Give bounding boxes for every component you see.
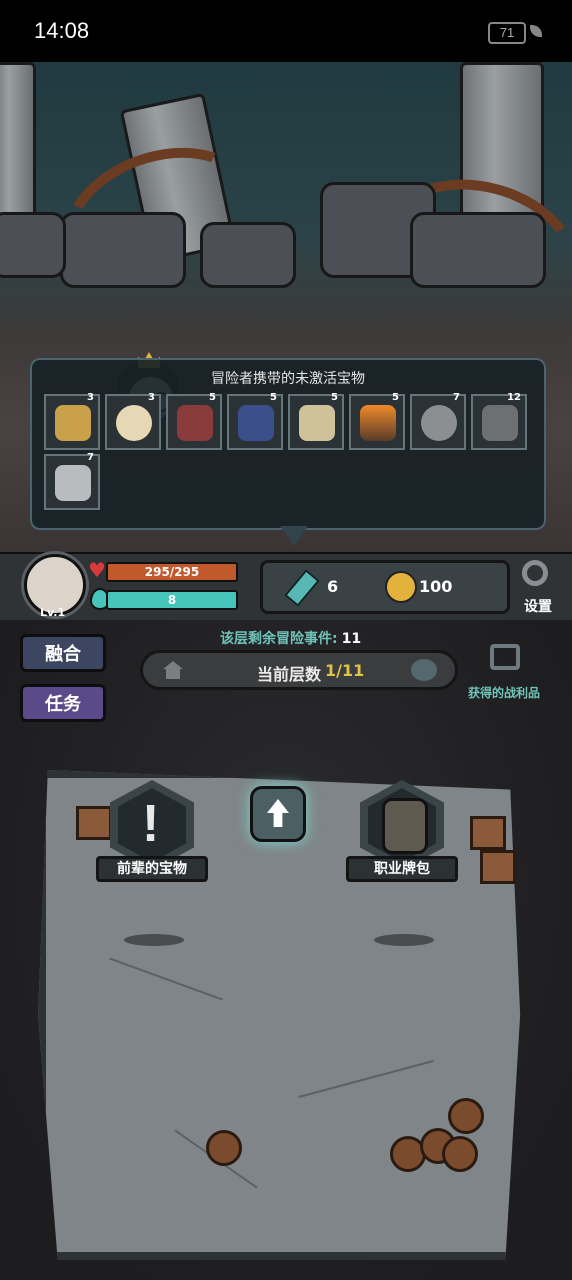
heart-icon: ♥: [88, 558, 106, 582]
resource-box: 6 100: [260, 560, 510, 614]
treasure-count: 5: [331, 392, 338, 403]
scroll-map-icon: [299, 405, 335, 441]
treasure-count: 5: [270, 392, 277, 403]
barrel: [442, 1136, 478, 1172]
red-crystal-icon: [177, 405, 213, 441]
treasure-slot[interactable]: 5: [288, 392, 344, 450]
treasure-slot[interactable]: 5: [349, 392, 405, 450]
treasure-count: 3: [148, 392, 155, 403]
arrow-up-icon: [267, 799, 289, 827]
leaf-icon: [530, 25, 542, 37]
clock: 14:08: [34, 18, 90, 43]
treasure-slot[interactable]: 5: [227, 392, 283, 450]
loot-button[interactable]: [480, 634, 530, 684]
floor-progress-bar: 当前层数 1/11: [140, 650, 458, 690]
floor-map-area: 融合 任务 该层剩余冒险事件: 11 当前层数 1/11 获得的战利品 ! 前辈的…: [0, 620, 572, 1280]
remaining-events: 该层剩余冒险事件: 11: [220, 628, 361, 648]
rock: [410, 212, 546, 288]
boss-head-icon: [411, 659, 437, 681]
horn-icon: [116, 405, 152, 441]
treasure-count: 5: [392, 392, 399, 403]
player-level: Lv.1: [40, 606, 66, 619]
left-pillar: [0, 62, 36, 228]
silver-coin-icon: [55, 465, 91, 501]
wooden-crate: [480, 850, 516, 884]
hp-bar: 295/295: [106, 562, 238, 582]
inactive-treasure-panel: 冒险者携带的未激活宝物 3 3 5 5 5 5 7 12 7: [30, 358, 546, 530]
node-shadow: [124, 934, 184, 946]
gear-icon: [522, 560, 548, 586]
class-bag-node[interactable]: 职业牌包: [346, 780, 458, 890]
current-floor-label: 当前层数: [257, 665, 322, 684]
treasure-slot[interactable]: 12: [471, 392, 527, 450]
treasure-slot[interactable]: 3: [44, 392, 100, 450]
backpack-icon: [382, 798, 428, 854]
treasure-node-label: 前辈的宝物: [96, 856, 208, 882]
treasure-count: 7: [453, 392, 460, 403]
floor-crack: [109, 957, 223, 1001]
treasure-count: 12: [507, 392, 521, 403]
treasure-node[interactable]: ! 前辈的宝物: [96, 780, 208, 890]
treasure-slot[interactable]: 5: [166, 392, 222, 450]
barrel: [448, 1098, 484, 1134]
treasure-slot[interactable]: 7: [410, 392, 466, 450]
status-bar: 14:08 71: [0, 0, 572, 62]
treasure-count: 7: [87, 452, 94, 463]
quest-button[interactable]: 任务: [20, 684, 106, 722]
treasure-chest-icon: [490, 644, 520, 670]
crystal-count: 6: [327, 577, 339, 596]
node-shadow: [374, 934, 434, 946]
stone-pouch-icon: [421, 405, 457, 441]
rock: [200, 222, 296, 288]
wooden-crate: [470, 816, 506, 850]
gold-count: 100: [419, 577, 453, 596]
floor-crack: [298, 1059, 434, 1099]
panel-title: 冒险者携带的未激活宝物: [211, 371, 365, 387]
gray-mask-icon: [482, 405, 518, 441]
current-floor-value: 1/11: [325, 661, 365, 680]
rock: [0, 212, 66, 278]
crystal-icon: [284, 569, 320, 607]
treasure-count: 5: [209, 392, 216, 403]
blue-shield-icon: [238, 405, 274, 441]
exclamation-icon: !: [142, 795, 160, 853]
merge-button[interactable]: 融合: [20, 634, 106, 672]
fire-torch-icon: [360, 405, 396, 441]
treasure-count: 3: [87, 392, 94, 403]
treasure-slot[interactable]: 7: [44, 452, 100, 510]
battery-icon: 71: [488, 22, 526, 44]
remaining-label: 该层剩余冒险事件:: [220, 631, 338, 647]
rock: [60, 212, 186, 288]
settings-button[interactable]: [518, 560, 554, 596]
panel-pointer: [280, 526, 308, 546]
class-bag-node-label: 职业牌包: [346, 856, 458, 882]
house-icon: [163, 661, 183, 679]
settings-label[interactable]: 设置: [524, 596, 552, 616]
gold-coin-emblem-icon: [55, 405, 91, 441]
gold-coin-icon: [385, 571, 417, 603]
loot-label[interactable]: 获得的战利品: [468, 684, 540, 701]
player-hud: Lv.1 ♥ 295/295 8 6 100 设置: [0, 552, 572, 622]
barrel: [206, 1130, 242, 1166]
mp-bar: 8: [106, 590, 238, 610]
remaining-value: 11: [341, 631, 362, 647]
treasure-slot[interactable]: 3: [105, 392, 161, 450]
ascend-button[interactable]: [250, 786, 306, 842]
